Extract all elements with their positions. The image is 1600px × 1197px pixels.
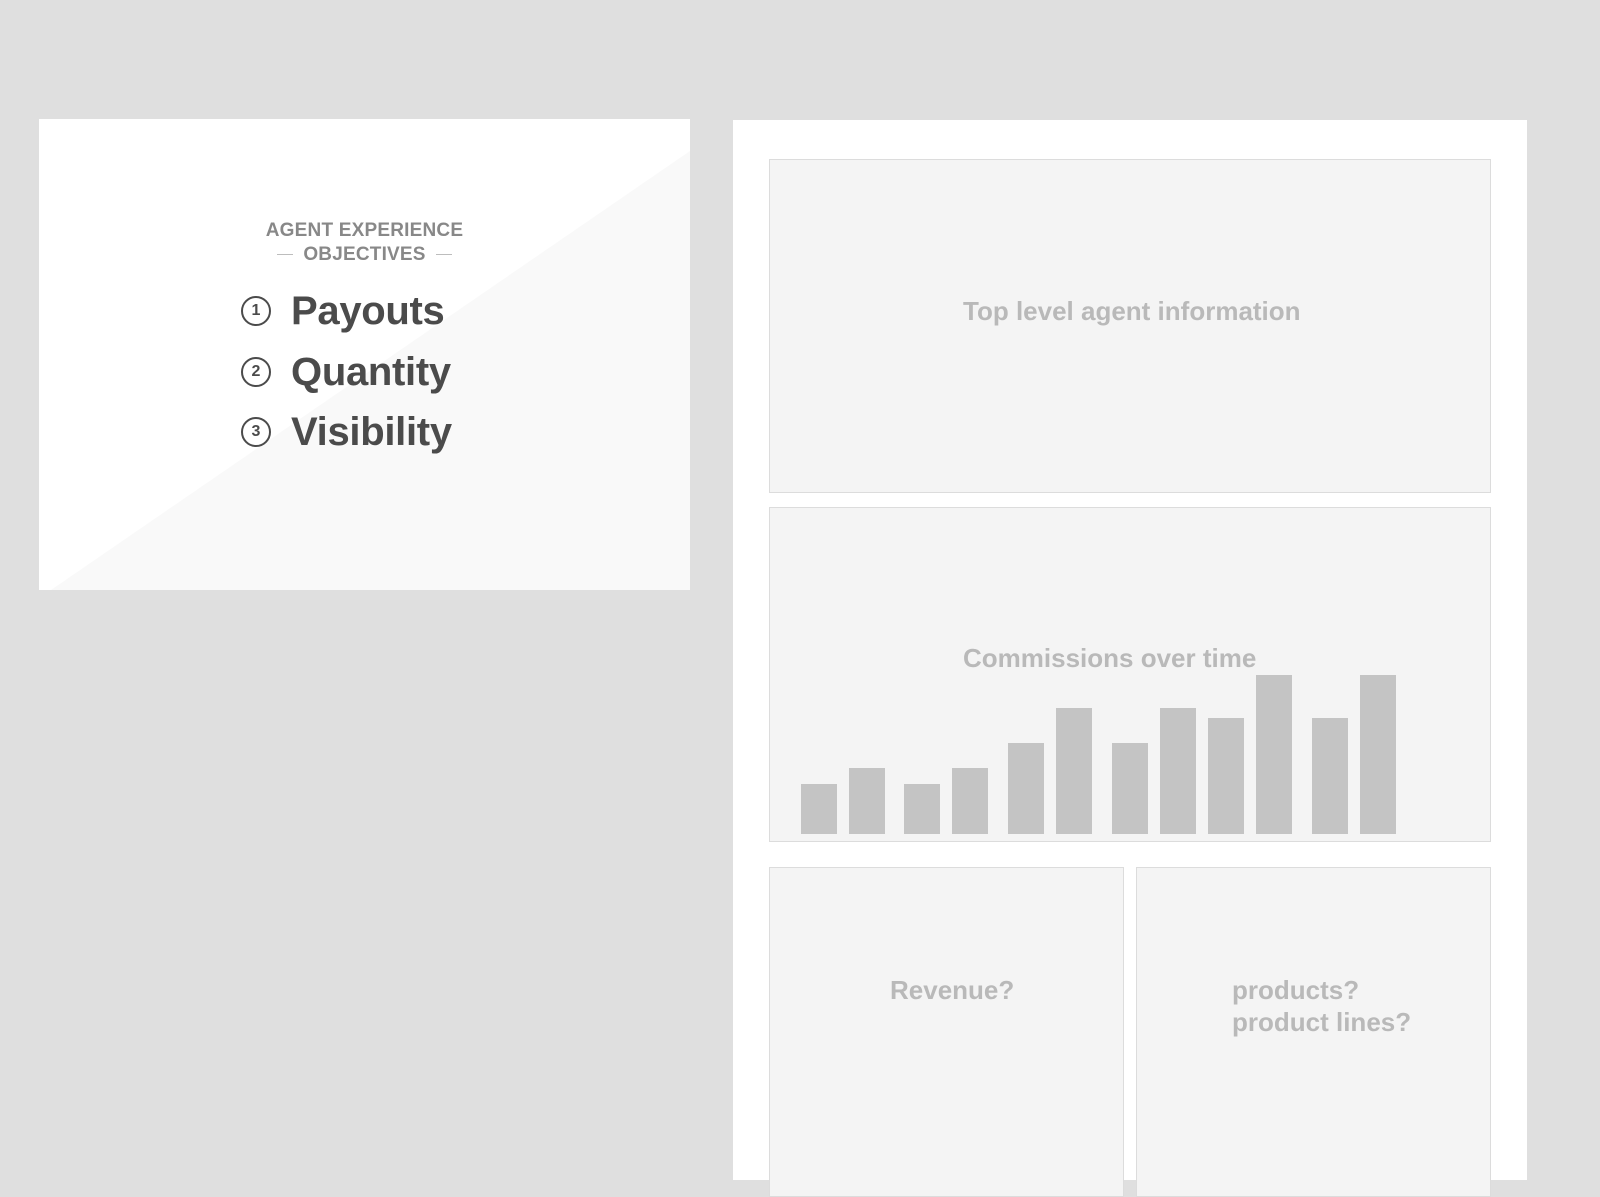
objective-item-visibility: 3 Visibility — [241, 407, 452, 457]
commissions-chart-box: Commissions over time — [769, 507, 1491, 842]
objective-label: Visibility — [291, 409, 452, 454]
chart-title: Commissions over time — [963, 643, 1257, 673]
top-agent-info-box: Top level agent information — [769, 159, 1491, 493]
revenue-label: Revenue? — [890, 975, 1015, 1005]
objectives-title-text: OBJECTIVES — [303, 244, 426, 265]
commission-bar — [1208, 718, 1244, 834]
objectives-card: AGENT EXPERIENCE OBJECTIVES 1 Payouts 2 … — [39, 119, 690, 590]
commission-bar — [1160, 708, 1196, 834]
objectives-title-line1: AGENT EXPERIENCE — [265, 220, 464, 241]
wireframe-panel: Top level agent information Commissions … — [733, 120, 1527, 1197]
commission-bar — [1056, 708, 1092, 834]
objectives-title-line2: OBJECTIVES — [39, 243, 690, 267]
number-1-icon: 1 — [241, 296, 271, 326]
objective-label: Payouts — [291, 288, 445, 333]
commission-bar — [904, 784, 940, 834]
top-agent-info-label: Top level agent information — [963, 296, 1301, 326]
commission-bar — [1360, 675, 1396, 834]
objective-label: Quantity — [291, 349, 451, 394]
title-dash-right — [435, 254, 452, 256]
commission-bar — [849, 768, 885, 834]
objective-item-payouts: 1 Payouts — [241, 286, 445, 336]
number-3-icon: 3 — [241, 417, 271, 447]
products-label-line2: product lines? — [1232, 1007, 1412, 1037]
commission-bar — [801, 784, 837, 834]
commission-bar — [1312, 718, 1348, 834]
commission-bar — [1256, 675, 1292, 834]
commission-bar — [952, 768, 988, 834]
objective-item-quantity: 2 Quantity — [241, 347, 451, 397]
title-dash-left — [277, 254, 294, 256]
number-2-icon: 2 — [241, 357, 271, 387]
products-label-line1: products? — [1232, 975, 1360, 1005]
commission-bar — [1008, 743, 1044, 834]
commission-bar — [1112, 743, 1148, 834]
products-box: products? product lines? — [1136, 867, 1491, 1197]
revenue-box: Revenue? — [769, 867, 1124, 1197]
